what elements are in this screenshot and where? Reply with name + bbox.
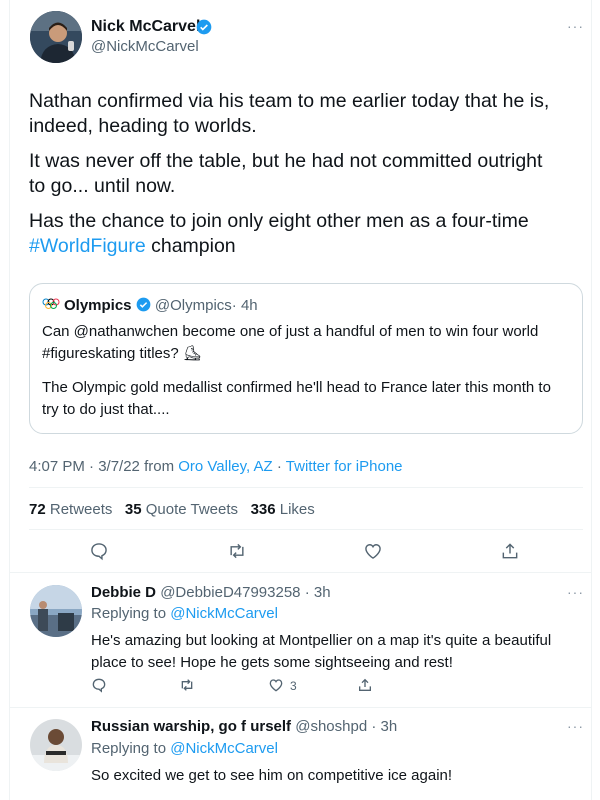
- reply-author-name[interactable]: Debbie D: [91, 584, 156, 601]
- reply-header: Debbie D @DebbieD47993258 · 3h: [91, 584, 331, 601]
- location-link[interactable]: Oro Valley, AZ: [178, 458, 272, 475]
- reply-header: Russian warship, go f urself @shoshpd · …: [91, 718, 397, 735]
- replying-to: Replying to @NickMcCarvel: [91, 605, 278, 622]
- like-count: 3: [290, 679, 297, 693]
- divider: [10, 707, 592, 708]
- more-options-icon[interactable]: ···: [567, 584, 584, 600]
- tweet-paragraph: It was never off the table, but he had n…: [29, 150, 543, 197]
- quote-tweets-stat[interactable]: 35 Quote Tweets: [125, 501, 238, 518]
- author-name[interactable]: Nick McCarvel: [91, 18, 200, 36]
- retweet-icon[interactable]: [226, 541, 248, 561]
- quoted-author-handle[interactable]: @Olympics: [155, 297, 232, 314]
- retweet-icon[interactable]: [178, 677, 196, 693]
- reply-time[interactable]: · 3h: [305, 584, 331, 601]
- reply-avatar[interactable]: [30, 585, 82, 637]
- tweet-timestamp[interactable]: 4:07 PM · 3/7/22 from: [29, 458, 178, 475]
- reply-avatar[interactable]: [30, 719, 82, 771]
- hashtag-link[interactable]: #WorldFigure: [29, 235, 146, 257]
- tweet-text: Nathan confirmed via his team to me earl…: [29, 89, 589, 259]
- divider: [29, 487, 583, 488]
- olympic-rings-icon: [42, 297, 60, 315]
- divider: [10, 572, 592, 573]
- like-icon[interactable]: [363, 541, 383, 561]
- tweet-paragraph: Has the chance to join only eight other …: [29, 210, 529, 257]
- reply-text: So excited we get to see him on competit…: [91, 767, 453, 784]
- share-icon[interactable]: [500, 541, 520, 561]
- likes-stat[interactable]: 336 Likes: [251, 501, 315, 518]
- verified-badge-icon: [136, 297, 151, 316]
- reply-author-handle[interactable]: @DebbieD47993258: [160, 584, 300, 601]
- tweet-stats: 72 Retweets 35 Quote Tweets 336 Likes: [29, 501, 315, 518]
- share-icon[interactable]: [357, 677, 373, 693]
- reply-icon[interactable]: [91, 677, 107, 693]
- divider: [29, 529, 583, 530]
- more-options-icon[interactable]: ···: [567, 18, 584, 34]
- quoted-tweet-text: Can @nathanwchen become one of just a ha…: [42, 323, 551, 418]
- quoted-time[interactable]: · 4h: [232, 297, 258, 314]
- reply-icon[interactable]: [89, 541, 109, 561]
- reply-text: He's amazing but looking at Montpellier …: [91, 632, 552, 671]
- retweets-stat[interactable]: 72 Retweets: [29, 501, 112, 518]
- client-link[interactable]: Twitter for iPhone: [286, 458, 403, 475]
- replying-to: Replying to @NickMcCarvel: [91, 740, 278, 757]
- quoted-author-name[interactable]: Olympics: [64, 297, 132, 314]
- reply-author-handle[interactable]: @shoshpd: [295, 718, 367, 735]
- replying-to-link[interactable]: @NickMcCarvel: [170, 740, 278, 757]
- quoted-tweet-header: Olympics @Olympics· 4h: [64, 297, 258, 316]
- author-handle[interactable]: @NickMcCarvel: [91, 38, 199, 55]
- more-options-icon[interactable]: ···: [567, 718, 584, 734]
- author-avatar[interactable]: [30, 11, 82, 63]
- tweet-paragraph: Nathan confirmed via his team to me earl…: [29, 90, 550, 137]
- like-icon[interactable]: [268, 677, 284, 693]
- verified-badge-icon: [196, 19, 212, 40]
- replying-to-link[interactable]: @NickMcCarvel: [170, 605, 278, 622]
- reply-author-name[interactable]: Russian warship, go f urself: [91, 718, 291, 735]
- reply-time[interactable]: · 3h: [371, 718, 397, 735]
- tweet-meta: 4:07 PM · 3/7/22 from Oro Valley, AZ · T…: [29, 458, 403, 475]
